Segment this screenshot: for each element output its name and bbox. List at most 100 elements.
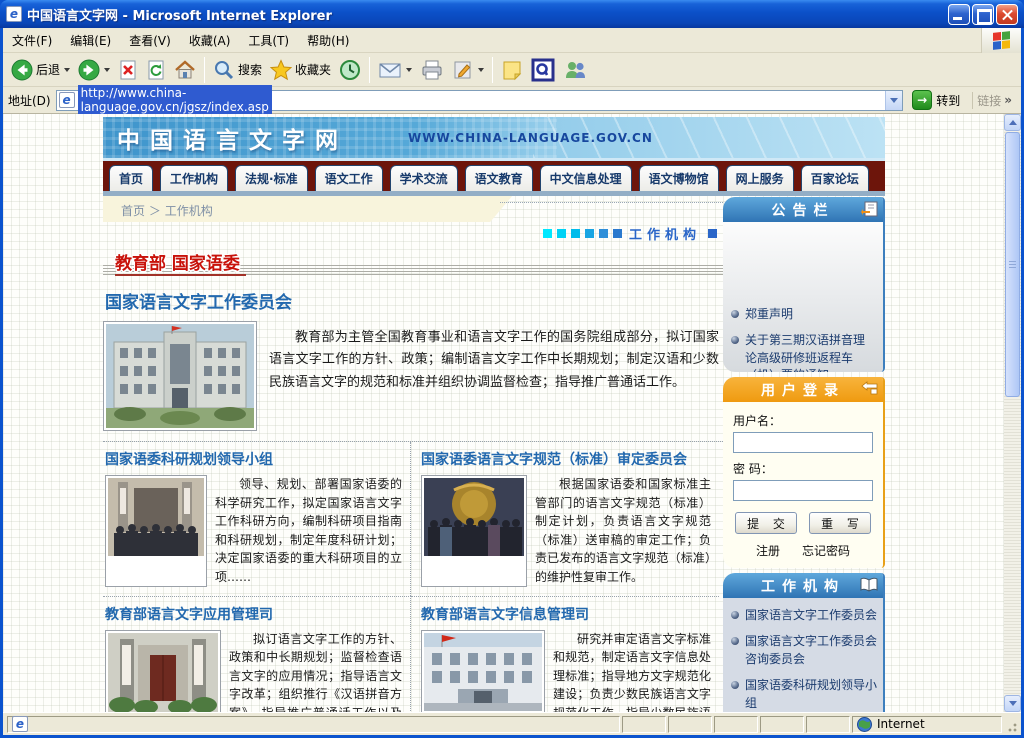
bullet-icon [731, 637, 739, 645]
back-button[interactable]: 后退 [7, 57, 74, 83]
tab-education[interactable]: 语文教育 [465, 165, 533, 191]
photo-standards-committee [421, 475, 527, 587]
forward-button[interactable] [74, 57, 114, 83]
status-pane [714, 716, 758, 733]
org-item[interactable]: 国家语言文字工作委员会 [731, 607, 877, 624]
reset-button[interactable]: 重 写 [809, 512, 871, 534]
orgs-title: 工作机构 [761, 576, 845, 596]
tab-online-service[interactable]: 网上服务 [726, 165, 794, 191]
menu-tools[interactable]: 工具(T) [239, 29, 298, 52]
back-icon [11, 59, 33, 81]
tab-regulations[interactable]: 法规·标准 [235, 165, 308, 191]
section-text: 研究并审定语言文字标准和规范，制定语言文字信息处理标准；指导地方文字规范化建设；… [553, 630, 711, 712]
tab-home[interactable]: 首页 [109, 165, 153, 191]
tab-info-processing[interactable]: 中文信息处理 [540, 165, 632, 191]
forgot-password-link[interactable]: 忘记密码 [802, 542, 850, 559]
status-pane [668, 716, 712, 733]
username-field[interactable] [733, 432, 873, 453]
username-label: 用户名： [733, 412, 873, 429]
status-page-icon: e [12, 716, 28, 732]
org-item[interactable]: 国家语言文字工作委员会咨询委员会 [731, 633, 877, 668]
section-text: 领导、规划、部署国家语委的科学研究工作，拟定国家语言文字工作科研方向，编制科研项… [215, 475, 402, 587]
section-grid: 国家语委科研规划领导小组 [103, 441, 723, 712]
resize-grip[interactable] [1004, 716, 1018, 733]
status-zone-label: Internet [877, 717, 925, 731]
marker-square-icon [613, 229, 622, 238]
messenger-button[interactable] [559, 57, 593, 83]
go-label: 转到 [936, 92, 960, 109]
password-label: 密 码： [733, 460, 873, 477]
mail-dropdown-icon[interactable] [406, 68, 412, 72]
tab-language-work[interactable]: 语文工作 [315, 165, 383, 191]
mail-button[interactable] [374, 57, 416, 83]
login-title: 用户登录 [761, 380, 845, 400]
favorites-label: 收藏夹 [295, 61, 331, 78]
edit-icon [452, 59, 474, 81]
edit-button[interactable] [448, 57, 488, 83]
favorites-button[interactable]: 收藏夹 [266, 57, 335, 83]
breadcrumb-separator: ＞ [149, 204, 161, 218]
menu-view[interactable]: 查看(V) [120, 29, 180, 52]
edit-dropdown-icon[interactable] [478, 68, 484, 72]
forward-dropdown-icon[interactable] [104, 68, 110, 72]
bullet-icon [731, 310, 739, 318]
tab-academic[interactable]: 学术交流 [390, 165, 458, 191]
maximize-button[interactable] [972, 4, 994, 25]
announcement-item[interactable]: 关于第三期汉语拼音理论高级研修班返程车（机）票的通知 [731, 332, 875, 372]
scroll-down-icon[interactable] [1004, 695, 1021, 712]
stop-button[interactable] [114, 57, 142, 83]
org-item[interactable]: 国家语委科研规划领导小组 [731, 677, 877, 712]
minimize-button[interactable] [948, 4, 970, 25]
search-label: 搜索 [238, 61, 262, 78]
refresh-button[interactable] [142, 57, 170, 83]
go-button[interactable]: → 转到 [908, 88, 964, 112]
menu-file[interactable]: 文件(F) [3, 29, 61, 52]
address-dropdown-icon[interactable] [885, 91, 902, 110]
tab-forum[interactable]: 百家论坛 [801, 165, 869, 191]
section-title[interactable]: 教育部语言文字应用管理司 [105, 604, 402, 624]
password-field[interactable] [733, 480, 873, 501]
submit-button[interactable]: 提 交 [735, 512, 797, 534]
section-title[interactable]: 国家语委科研规划领导小组 [105, 449, 402, 469]
notes-button[interactable] [497, 57, 527, 83]
menu-bar: 文件(F) 编辑(E) 查看(V) 收藏(A) 工具(T) 帮助(H) [3, 28, 1021, 53]
address-input[interactable]: e http://www.china-language.gov.cn/jgsz/… [56, 90, 904, 111]
back-dropdown-icon[interactable] [64, 68, 70, 72]
tab-museum[interactable]: 语文博物馆 [639, 165, 719, 191]
browser-window: e 中国语言文字网 - Microsoft Internet Explorer … [0, 0, 1024, 738]
intro-block: 教育部为主管全国教育事业和语言文字工作的国务院组成部分，拟订国家语言文字工作的方… [103, 321, 723, 431]
scrollbar-thumb[interactable] [1005, 132, 1020, 397]
announcement-item[interactable]: 郑重声明 [731, 306, 875, 323]
search-icon [213, 59, 235, 81]
links-button[interactable]: 链接 » [972, 92, 1016, 109]
section-marker: 工作机构 [103, 223, 723, 243]
section-text: 根据国家语委和国家标准主管部门的语言文字规范（标准）制定计划，负责语言文字规范（… [535, 475, 711, 587]
section-text: 拟订语言文字工作的方针、政策和中长期规划；监督检查语言文字的应用情况；指导语言文… [229, 630, 402, 712]
page-icon: e [59, 92, 75, 108]
menu-help[interactable]: 帮助(H) [298, 29, 358, 52]
history-button[interactable] [335, 57, 365, 83]
menu-favorites[interactable]: 收藏(A) [180, 29, 240, 52]
section-standards-committee: 国家语委语言文字规范（标准）审定委员会 [411, 442, 719, 596]
print-button[interactable] [416, 57, 448, 83]
section-title[interactable]: 教育部语言文字信息管理司 [421, 604, 711, 624]
windows-logo [981, 28, 1021, 53]
home-button[interactable] [170, 57, 200, 83]
section-research-group: 国家语委科研规划领导小组 [103, 442, 411, 596]
vertical-scrollbar[interactable] [1004, 114, 1021, 712]
close-button[interactable] [996, 4, 1018, 25]
go-arrow-icon: → [912, 90, 932, 110]
title-bar: e 中国语言文字网 - Microsoft Internet Explorer [0, 0, 1024, 28]
tab-work-orgs[interactable]: 工作机构 [160, 165, 228, 191]
address-url[interactable]: http://www.china-language.gov.cn/jgsz/in… [78, 85, 272, 115]
app-button-blue[interactable] [527, 56, 559, 84]
scroll-up-icon[interactable] [1004, 114, 1021, 131]
menu-edit[interactable]: 编辑(E) [61, 29, 120, 52]
bullet-icon [731, 336, 739, 344]
register-link[interactable]: 注册 [756, 542, 780, 559]
breadcrumb-home-link[interactable]: 首页 [121, 204, 145, 218]
search-button[interactable]: 搜索 [209, 57, 266, 83]
marker-square-icon [708, 229, 717, 238]
site-url: WWW.CHINA-LANGUAGE.GOV.CN [408, 131, 653, 145]
section-title[interactable]: 国家语委语言文字规范（标准）审定委员会 [421, 449, 711, 469]
